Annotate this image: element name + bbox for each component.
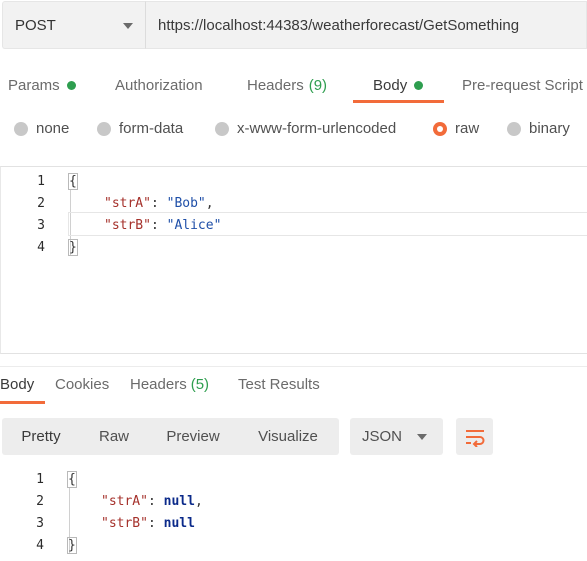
active-line-highlight	[68, 212, 587, 236]
json-null-value: null	[163, 515, 195, 531]
line-number: 2	[37, 195, 45, 211]
radio-binary-label: binary	[529, 120, 570, 137]
radio-none-label: none	[36, 120, 70, 137]
line-number: 1	[36, 471, 44, 487]
close-brace: }	[67, 536, 77, 554]
tab-cookies-label: Cookies	[55, 376, 110, 393]
line-number: 4	[36, 537, 44, 553]
tab-prerequest-script[interactable]: Pre-request Script	[462, 66, 583, 104]
tab-body-label: Body	[373, 76, 408, 94]
format-preview-button[interactable]: Preview	[152, 418, 234, 455]
response-format-toolbar: Pretty Raw Preview Visualize	[2, 418, 339, 455]
code-line: 2 "strA": "Bob",	[1, 192, 587, 214]
section-divider	[0, 366, 587, 367]
tab-params-label: Params	[8, 76, 60, 94]
tab-params[interactable]: Params	[8, 66, 76, 104]
language-select-value: JSON	[362, 428, 403, 445]
tab-test-results[interactable]: Test Results	[238, 376, 320, 393]
format-visualize-button[interactable]: Visualize	[240, 418, 336, 455]
close-brace: }	[68, 238, 78, 256]
json-comma: ,	[194, 493, 203, 509]
json-colon: :	[150, 195, 167, 211]
request-url-bar: POST https://localhost:44383/weatherfore…	[2, 1, 587, 49]
json-colon: :	[147, 493, 164, 509]
radio-selected-icon	[433, 121, 447, 136]
tab-headers-count: (9)	[308, 76, 328, 94]
code-line: 1 {	[1, 170, 587, 192]
tab-body[interactable]: Body	[373, 66, 424, 104]
line-number: 1	[37, 173, 45, 189]
radio-raw[interactable]: raw	[433, 120, 479, 137]
line-number: 3	[37, 217, 45, 233]
tab-cookies[interactable]: Cookies	[55, 376, 109, 393]
language-select[interactable]: JSON	[350, 418, 443, 455]
radio-raw-label: raw	[455, 120, 480, 137]
active-tab-indicator	[353, 100, 444, 103]
code-text: {	[67, 470, 77, 488]
json-key: "strA"	[104, 195, 151, 211]
tab-response-headers[interactable]: Headers (5)	[130, 376, 209, 393]
radio-circle-icon	[215, 121, 229, 136]
code-line: 4 }	[1, 236, 587, 258]
code-line: 2 "strA": null,	[0, 490, 587, 512]
request-tabs: Params Authorization Headers (9) Body Pr…	[0, 66, 587, 106]
line-number: 3	[36, 515, 44, 531]
tab-headers[interactable]: Headers (9)	[247, 66, 327, 104]
code-text: {	[68, 172, 78, 190]
radio-urlencoded-label: x-www-form-urlencoded	[237, 120, 397, 137]
open-brace: {	[67, 470, 77, 488]
wrap-lines-button[interactable]	[456, 418, 493, 455]
chevron-down-icon	[123, 23, 133, 29]
open-brace: {	[68, 172, 78, 190]
status-dot-icon	[414, 80, 424, 90]
method-label: POST	[15, 16, 56, 34]
line-number: 2	[36, 493, 44, 509]
response-tabs: Body Cookies Headers (5) Test Results	[0, 372, 587, 406]
url-input[interactable]: https://localhost:44383/weatherforecast/…	[145, 1, 587, 49]
tab-prerequest-label: Pre-request Script	[462, 76, 583, 94]
code-text: }	[68, 238, 78, 256]
radio-urlencoded[interactable]: x-www-form-urlencoded	[215, 120, 396, 137]
code-line: 4 }	[0, 534, 587, 556]
tab-test-results-label: Test Results	[238, 376, 320, 393]
tab-authorization-label: Authorization	[115, 76, 203, 94]
json-null-value: null	[163, 493, 195, 509]
tab-response-body[interactable]: Body	[0, 376, 34, 393]
code-text: }	[67, 536, 77, 554]
json-string-value: "Bob"	[166, 195, 206, 211]
tab-authorization[interactable]: Authorization	[115, 66, 203, 104]
code-text: "strA": null,	[101, 494, 203, 509]
radio-none[interactable]: none	[14, 120, 69, 137]
method-dropdown[interactable]: POST	[2, 1, 145, 49]
json-key: "strA"	[101, 493, 148, 509]
tab-response-headers-count: (5)	[190, 376, 210, 393]
format-raw-button[interactable]: Raw	[82, 418, 146, 455]
request-body-editor[interactable]: 1 { 2 "strA": "Bob", 3 "strB": "Alice" 4…	[0, 166, 587, 354]
radio-circle-icon	[97, 121, 111, 136]
response-body-viewer[interactable]: 1 { 2 "strA": null, 3 "strB": null 4 }	[0, 466, 587, 561]
json-colon: :	[147, 515, 164, 531]
code-line: 3 "strB": null	[0, 512, 587, 534]
radio-form-data[interactable]: form-data	[97, 120, 183, 137]
line-number: 4	[37, 239, 45, 255]
code-text: "strB": null	[101, 516, 195, 531]
radio-circle-icon	[507, 121, 521, 136]
radio-form-data-label: form-data	[119, 120, 184, 137]
status-dot-icon	[66, 80, 76, 90]
tab-response-headers-label: Headers	[130, 376, 187, 393]
radio-binary[interactable]: binary	[507, 120, 570, 137]
active-tab-indicator	[0, 401, 45, 404]
tab-headers-label: Headers	[247, 76, 304, 94]
format-pretty-button[interactable]: Pretty	[6, 418, 76, 455]
chevron-down-icon	[417, 434, 427, 440]
tab-response-body-label: Body	[0, 376, 35, 393]
code-line: 1 {	[0, 468, 587, 490]
json-comma: ,	[205, 195, 214, 211]
json-key: "strB"	[101, 515, 148, 531]
body-type-options: none form-data x-www-form-urlencoded raw…	[0, 116, 587, 144]
code-text: "strA": "Bob",	[104, 196, 214, 211]
wrap-lines-icon	[465, 429, 484, 447]
radio-circle-icon	[14, 121, 28, 136]
